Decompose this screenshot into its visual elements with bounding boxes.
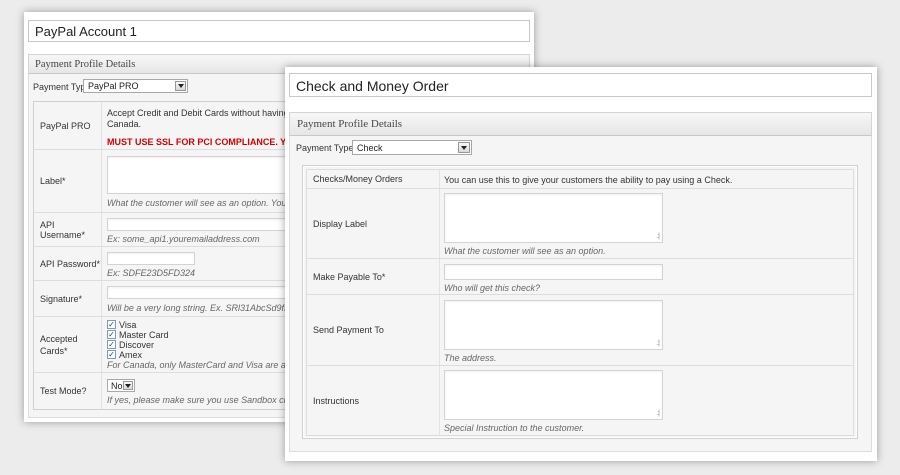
- paypal-payment-type-value: PayPal PRO: [88, 81, 139, 91]
- display-label-hint: What the customer will see as an option.: [444, 246, 606, 256]
- paypal-label-textarea[interactable]: [107, 156, 307, 194]
- resize-grip-icon[interactable]: .:|: [656, 340, 660, 347]
- make-payable-to-hint: Who will get this check?: [444, 283, 541, 293]
- check-fields-table: Checks/Money Orders You can use this to …: [302, 165, 858, 439]
- send-payment-to-hint: The address.: [444, 353, 497, 363]
- resize-grip-icon[interactable]: .:|: [656, 410, 660, 417]
- test-mode-value: No: [111, 380, 123, 391]
- send-payment-to-label: Send Payment To: [313, 325, 384, 335]
- check-payment-type-select[interactable]: Check: [352, 140, 472, 155]
- display-label-row-label: Display Label: [307, 189, 440, 258]
- check-money-order-title[interactable]: Check and Money Order: [289, 73, 872, 97]
- chevron-down-icon: [123, 381, 133, 390]
- api-password-input[interactable]: [107, 252, 195, 265]
- make-payable-to-row-label: Make Payable To*: [307, 259, 440, 294]
- paypal-label-row-label: Label*: [34, 150, 102, 212]
- make-payable-to-label: Make Payable To*: [313, 271, 386, 282]
- paypal-test-mode-row-label: Test Mode?: [34, 373, 102, 409]
- chevron-down-icon: [458, 142, 470, 153]
- test-mode-hint: If yes, please make sure you use Sandbox…: [107, 395, 310, 405]
- send-payment-to-row-label: Send Payment To: [307, 295, 440, 365]
- api-username-input[interactable]: [107, 218, 307, 231]
- make-payable-to-input[interactable]: [444, 264, 663, 280]
- resize-grip-icon[interactable]: .:|: [656, 233, 660, 240]
- send-payment-to-row: Send Payment To .:| The address.: [306, 295, 854, 366]
- accepted-cards-hint: For Canada, only MasterCard and Visa are…: [107, 360, 312, 370]
- paypal-section-header-text: Payment Profile Details: [35, 58, 136, 70]
- test-mode-select[interactable]: No: [107, 379, 135, 392]
- check-money-orders-description: You can use this to give your customers …: [444, 175, 733, 185]
- discover-label: Discover: [119, 340, 155, 350]
- chevron-down-icon: [175, 81, 186, 91]
- checkmark-icon: ✓: [108, 319, 115, 329]
- make-payable-to-row: Make Payable To* Who will get this check…: [306, 259, 854, 295]
- paypal-api-username-label: API Username*: [40, 219, 86, 240]
- check-payment-type-value: Check: [357, 142, 383, 153]
- paypal-label-hint: What the customer will see as an option.…: [107, 198, 311, 208]
- paypal-label-label: Label*: [40, 176, 66, 186]
- test-mode-label: Test Mode?: [40, 386, 87, 396]
- paypal-pro-label: PayPal PRO: [40, 120, 91, 131]
- amex-checkbox[interactable]: ✓: [107, 350, 116, 359]
- instructions-textarea[interactable]: .:|: [444, 370, 663, 420]
- amex-label: Amex: [119, 350, 143, 360]
- paypal-pro-row-label: PayPal PRO: [34, 102, 102, 149]
- visa-checkbox[interactable]: ✓: [107, 320, 116, 329]
- instructions-row-label: Instructions: [307, 366, 440, 435]
- paypal-payment-type-select[interactable]: PayPal PRO: [83, 79, 188, 93]
- paypal-api-password-row-label: API Password*: [34, 247, 102, 280]
- accepted-cards-label-line1: Accepted: [40, 333, 78, 344]
- check-section-header-text: Payment Profile Details: [297, 118, 403, 130]
- checkmark-icon: ✓: [108, 349, 115, 359]
- api-username-hint: Ex: some_api1.youremailaddress.com: [107, 234, 260, 244]
- signature-hint: Will be a very long string. Ex. SRl31Abc…: [107, 303, 311, 313]
- check-payment-type-label: Payment Type: [296, 143, 354, 153]
- checkmark-icon: ✓: [108, 339, 115, 349]
- paypal-account-title-text: PayPal Account 1: [35, 24, 137, 39]
- check-section-header: Payment Profile Details: [289, 112, 872, 136]
- display-label-row: Display Label .:| What the customer will…: [306, 189, 854, 259]
- paypal-accepted-cards-row-label: Accepted Cards*: [34, 317, 102, 372]
- paypal-signature-row-label: Signature*: [34, 281, 102, 316]
- discover-checkbox[interactable]: ✓: [107, 340, 116, 349]
- accepted-cards-label-line2: Cards*: [40, 345, 68, 356]
- paypal-signature-label: Signature*: [40, 293, 83, 304]
- paypal-payment-type-label: Payment Type: [33, 82, 91, 92]
- check-money-order-title-text: Check and Money Order: [296, 78, 449, 94]
- instructions-hint: Special Instruction to the customer.: [444, 423, 585, 433]
- master-card-label: Master Card: [119, 330, 169, 340]
- instructions-label: Instructions: [313, 395, 360, 406]
- instructions-row: Instructions .:| Special Instruction to …: [306, 366, 854, 436]
- check-money-orders-row: Checks/Money Orders You can use this to …: [306, 169, 854, 189]
- master-card-checkbox[interactable]: ✓: [107, 330, 116, 339]
- paypal-pro-description-line2: Canada.: [107, 119, 142, 129]
- checkmark-icon: ✓: [108, 329, 115, 339]
- paypal-account-title[interactable]: PayPal Account 1: [28, 20, 530, 42]
- check-money-order-panel: Check and Money Order Payment Profile De…: [285, 67, 877, 461]
- send-payment-to-textarea[interactable]: .:|: [444, 300, 663, 350]
- visa-label: Visa: [119, 320, 137, 330]
- paypal-api-password-label: API Password*: [40, 258, 101, 269]
- check-money-orders-label: Checks/Money Orders: [313, 174, 403, 184]
- signature-input[interactable]: [107, 286, 307, 299]
- display-label-textarea[interactable]: .:|: [444, 193, 663, 243]
- check-money-orders-row-label: Checks/Money Orders: [307, 170, 440, 188]
- paypal-api-username-row-label: API Username*: [34, 213, 102, 246]
- display-label-label: Display Label: [313, 218, 368, 229]
- api-password-hint: Ex: SDFE23D5FD324: [107, 268, 196, 278]
